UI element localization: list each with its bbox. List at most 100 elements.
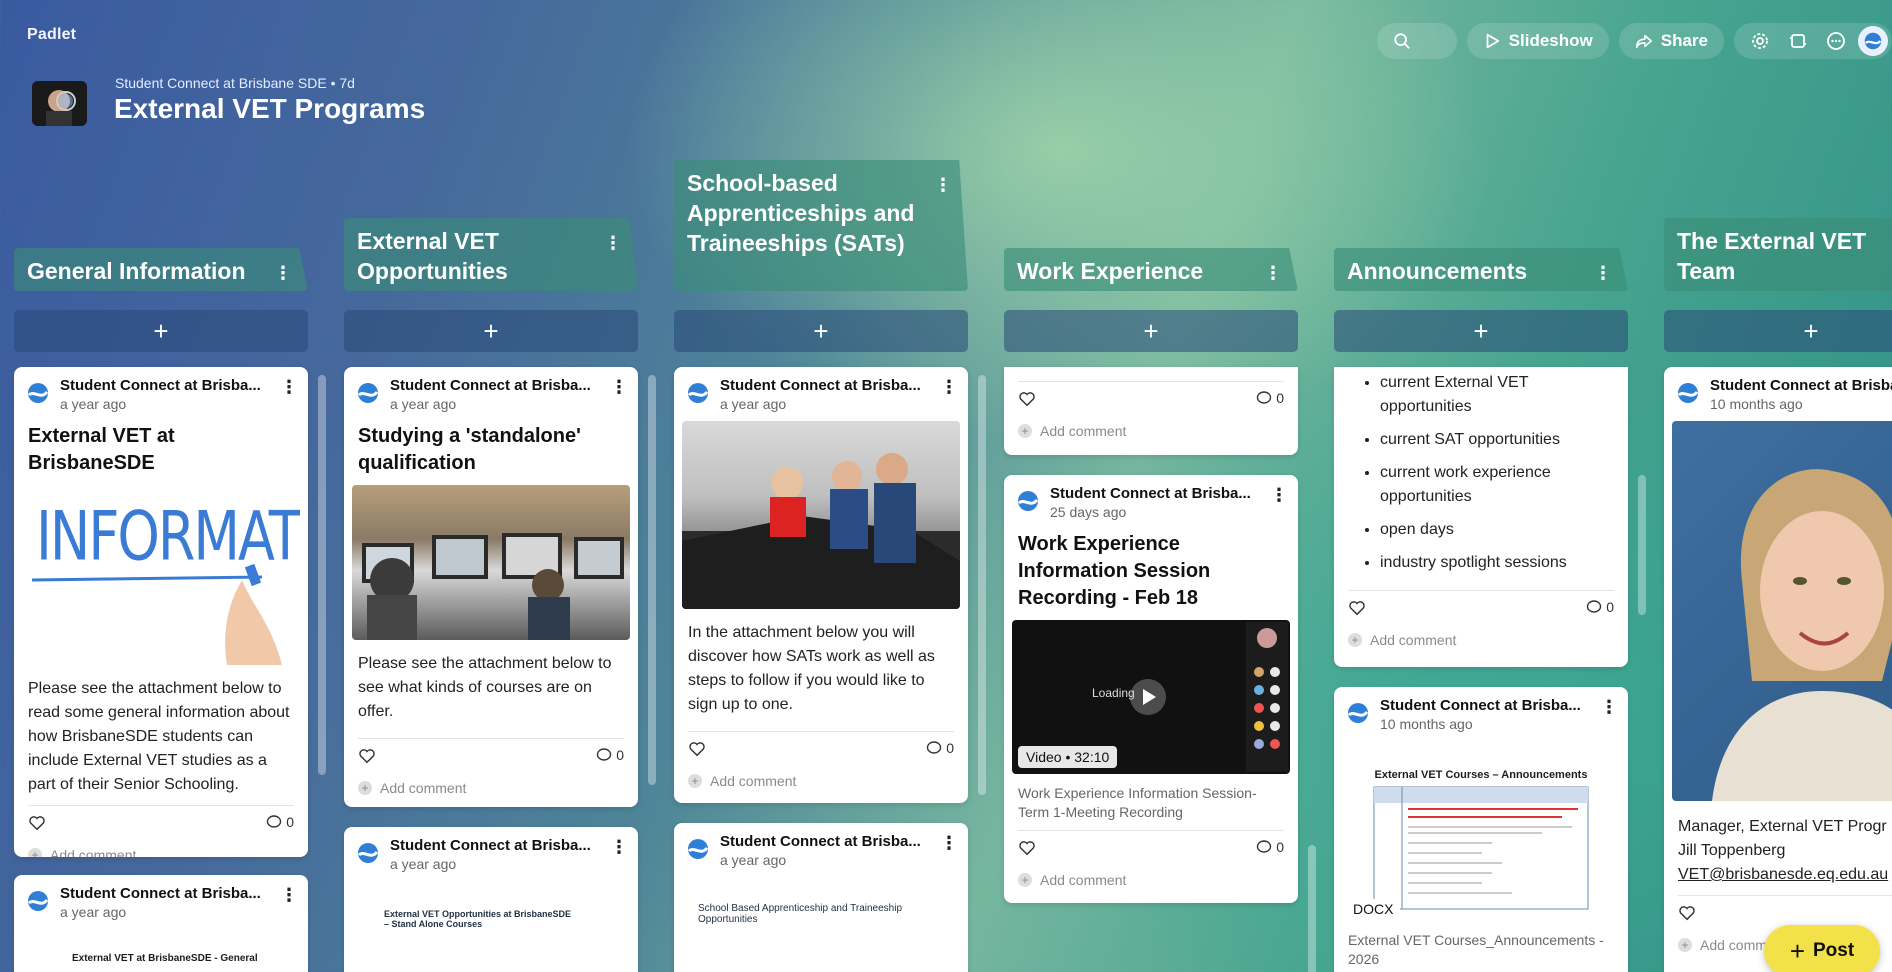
comment-count[interactable]: 0 [1256,390,1284,406]
column-menu-icon[interactable]: ⋮ [274,258,292,288]
heart-icon[interactable] [1348,599,1366,617]
post-menu-icon[interactable]: ⋮ [280,885,298,906]
add-post-button[interactable]: + [1664,310,1892,352]
post-card[interactable]: Student Connect at Brisba... a year ago … [14,875,308,972]
column-title: General Information [27,258,246,284]
add-post-button[interactable]: + [14,310,308,352]
share-label: Share [1660,31,1708,50]
column-scrollbar[interactable] [978,375,986,795]
post-card[interactable]: Student Connect at Brisba... a year ago … [674,823,968,972]
post-menu-icon[interactable]: ⋮ [940,833,958,854]
staff-role: Manager, External VET Progr [1678,818,1887,835]
list-item: current work experience opportunities [1380,461,1614,509]
comment-icon [1587,600,1602,613]
add-comment-button[interactable]: + Add comment [674,765,968,797]
add-comment-label: Add comment [1040,872,1127,888]
column-scrollbar[interactable] [1638,475,1646,615]
heart-icon[interactable] [358,747,376,765]
post-menu-icon[interactable]: ⋮ [610,377,628,398]
comment-count[interactable]: 0 [1256,839,1284,855]
staff-name: Jill Toppenberg [1678,842,1786,859]
post-time: a year ago [60,904,127,920]
school-logo-icon [1864,32,1882,50]
add-comment-button[interactable]: + Add comment [1004,415,1298,447]
heart-icon[interactable] [688,740,706,758]
post-author: Student Connect at Brisba... [1710,377,1892,394]
settings-button[interactable] [1744,25,1776,57]
add-comment-button[interactable]: + Add comment [1004,864,1298,896]
post-menu-icon[interactable]: ⋮ [610,837,628,858]
heart-icon[interactable] [28,814,46,832]
post-header: Student Connect at Brisba... a year ago … [14,875,308,927]
post-card[interactable]: Student Connect at Brisba... 10 months a… [1334,687,1628,972]
column-menu-icon[interactable]: ⋮ [604,228,622,258]
column-header: External VET Opportunities ⋮ [344,218,638,291]
post-menu-icon[interactable]: ⋮ [940,377,958,398]
column-scrollbar[interactable] [1308,845,1316,972]
add-post-button[interactable]: + [1334,310,1628,352]
add-post-button[interactable]: + [1004,310,1298,352]
plus-icon: + [358,781,372,795]
remake-icon [1790,34,1806,48]
comment-icon [597,748,612,761]
post-card[interactable]: Student Connect at Brisba... a year ago … [674,367,968,803]
video-player[interactable]: Loading Video • 32:10 [1012,620,1290,774]
post-body: Manager, External VET Progr Jill Toppenb… [1664,803,1892,895]
post-footer [1678,895,1892,929]
column-menu-icon[interactable]: ⋮ [1594,258,1612,288]
post-image[interactable]: INFORMATION [22,485,300,665]
post-image[interactable] [682,421,960,609]
remake-button[interactable] [1782,25,1814,57]
comment-icon [267,815,282,828]
padlet-subtitle: Student Connect at Brisbane SDE • 7d [115,75,355,91]
add-post-button[interactable]: + [344,310,638,352]
document-preview[interactable]: External VET Courses – Announcements DOC… [1342,749,1620,921]
comment-count[interactable]: 0 [1586,599,1614,615]
padlet-logo[interactable]: Padlet [27,26,76,44]
column-scrollbar[interactable] [648,375,656,785]
post-card[interactable]: Student Connect at Brisba... a year ago … [14,367,308,857]
post-image[interactable] [352,485,630,640]
new-post-button[interactable]: + Post [1764,925,1880,972]
slideshow-button[interactable]: Slideshow [1466,23,1609,59]
add-comment-button[interactable]: + Add comment [1334,624,1628,656]
comment-icon [1257,840,1272,853]
video-duration: 32:10 [1074,749,1110,765]
padlet-avatar[interactable] [32,81,87,126]
file-type-badge: DOCX [1346,899,1401,919]
comment-count[interactable]: 0 [596,747,624,763]
comment-count-value: 0 [1606,599,1614,615]
post-menu-icon[interactable]: ⋮ [1270,485,1288,506]
add-post-button[interactable]: + [674,310,968,352]
plus-icon: + [1789,935,1805,966]
post-card[interactable]: Student Connect at Brisba... 10 months a… [1664,367,1892,972]
post-card[interactable]: 0 + Add comment [1004,367,1298,455]
add-comment-button[interactable]: + Add comment [344,772,638,804]
user-avatar[interactable] [1858,26,1888,56]
post-header: Student Connect at Brisba... a year ago … [344,827,638,879]
heart-icon[interactable] [1018,390,1036,408]
post-card[interactable]: Student Connect at Brisba... 25 days ago… [1004,475,1298,903]
column-scrollbar[interactable] [318,375,326,775]
staff-email[interactable]: VET@brisbanesde.eq.edu.au [1678,863,1892,887]
add-comment-button[interactable]: + Add comment [14,839,308,857]
page-title: External VET Programs [114,93,426,124]
post-card[interactable]: current External VET opportunities curre… [1334,367,1628,667]
heart-icon[interactable] [1678,904,1696,922]
comment-count[interactable]: 0 [926,740,954,756]
post-image[interactable] [1672,421,1892,801]
more-options-button[interactable] [1820,25,1852,57]
comment-count[interactable]: 0 [266,814,294,830]
plus-icon: + [1018,873,1032,887]
post-menu-icon[interactable]: ⋮ [1600,697,1618,718]
post-card[interactable]: Student Connect at Brisba... a year ago … [344,827,638,972]
column-menu-icon[interactable]: ⋮ [1264,258,1282,288]
post-menu-icon[interactable]: ⋮ [280,377,298,398]
document-table-icon [1373,786,1589,910]
post-author: Student Connect at Brisba... [390,837,591,854]
post-card[interactable]: Student Connect at Brisba... a year ago … [344,367,638,807]
search-button[interactable] [1376,23,1457,59]
column-menu-icon[interactable]: ⋮ [934,170,952,200]
share-button[interactable]: Share [1618,23,1724,59]
heart-icon[interactable] [1018,839,1036,857]
